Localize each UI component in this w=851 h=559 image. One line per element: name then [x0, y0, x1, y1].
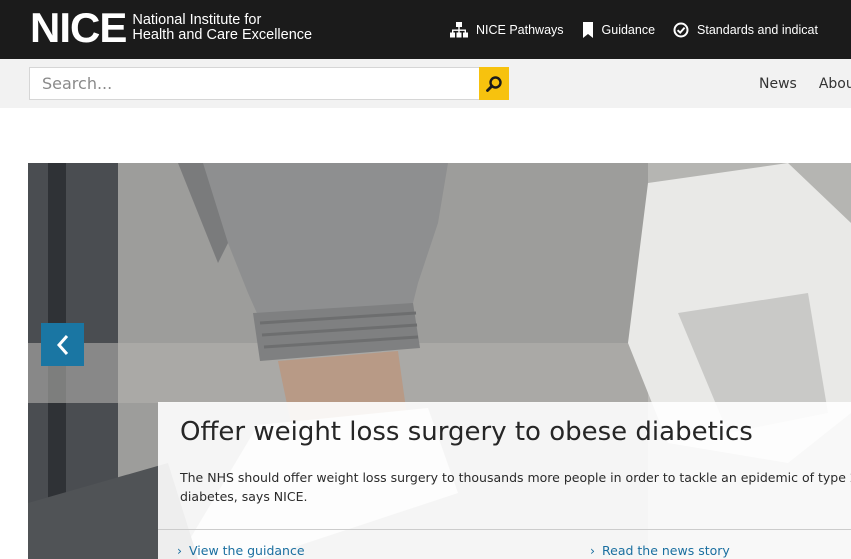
- logo-line-2: Health and Care Excellence: [132, 27, 313, 43]
- nav-label: Guidance: [601, 22, 656, 37]
- nav-news[interactable]: News: [759, 76, 797, 92]
- nav-standards-and-indicators[interactable]: Standards and indicat: [673, 22, 818, 38]
- carousel-title[interactable]: Offer weight loss surgery to obese diabe…: [180, 417, 753, 447]
- search-button[interactable]: [479, 67, 509, 100]
- search-icon: [486, 75, 502, 92]
- caption-divider: [158, 529, 851, 530]
- nav-label: NICE Pathways: [476, 22, 564, 37]
- link-label: View the guidance: [189, 543, 305, 558]
- carousel-description: The NHS should offer weight loss surgery…: [180, 470, 851, 504]
- sitemap-icon: [450, 21, 468, 37]
- nav-about[interactable]: Abou: [819, 76, 851, 92]
- carousel-caption: Offer weight loss surgery to obese diabe…: [158, 402, 851, 559]
- read-news-story-link[interactable]: › Read the news story: [590, 543, 730, 558]
- hero-carousel: Offer weight loss surgery to obese diabe…: [28, 163, 851, 559]
- nice-logo[interactable]: NICE National Institute for Health and C…: [30, 4, 312, 51]
- search-bar-strip: [0, 59, 851, 108]
- chevron-right-icon: ›: [590, 543, 595, 558]
- top-navigation-bar: NICE National Institute for Health and C…: [0, 0, 851, 59]
- nav-label: Standards and indicat: [697, 22, 818, 37]
- link-label: Read the news story: [602, 543, 730, 558]
- primary-nav: NICE Pathways Guidance Standards and ind…: [450, 0, 836, 59]
- search-input[interactable]: [29, 67, 479, 100]
- logo-mark: NICE: [30, 4, 127, 51]
- secondary-nav: News Abou: [759, 59, 851, 108]
- logo-line-1: National Institute for: [132, 12, 262, 28]
- bookmark-icon: [582, 21, 593, 38]
- chevron-right-icon: ›: [177, 543, 182, 558]
- logo-text: National Institute for Health and Care E…: [132, 13, 312, 43]
- check-circle-icon: [673, 22, 689, 37]
- view-guidance-link[interactable]: › View the guidance: [177, 543, 305, 558]
- nav-nice-pathways[interactable]: NICE Pathways: [450, 21, 564, 38]
- nav-guidance[interactable]: Guidance: [582, 21, 656, 38]
- carousel-prev-button[interactable]: [41, 323, 84, 366]
- chevron-left-icon: [56, 334, 68, 355]
